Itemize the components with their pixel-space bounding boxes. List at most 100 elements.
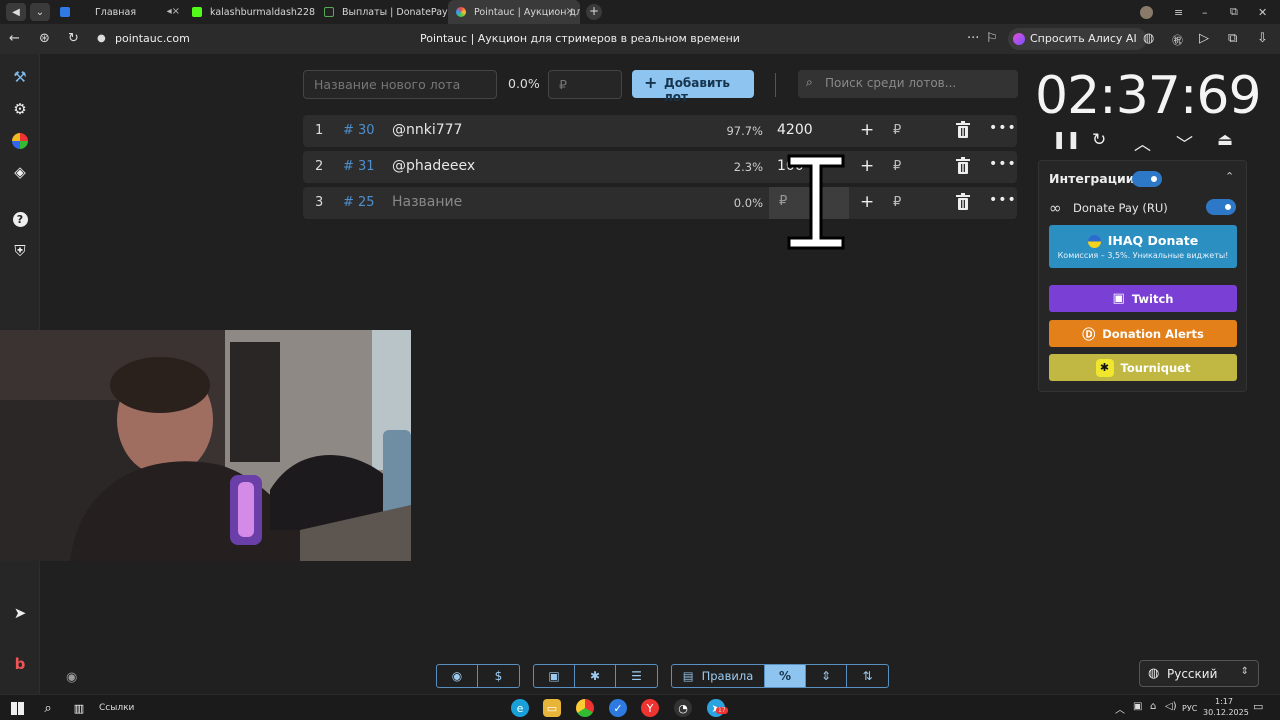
explorer-icon[interactable]: ▭ — [543, 699, 561, 717]
collections-icon[interactable]: ⧉ — [1228, 31, 1237, 46]
settings-gear-icon[interactable]: ⚙ — [10, 99, 30, 119]
tray-app-icon[interactable]: ▣ — [1133, 701, 1142, 712]
trash-icon[interactable] — [955, 121, 971, 139]
yandex-browser-icon[interactable]: Y — [641, 699, 659, 717]
github-icon[interactable]: ◉ — [437, 665, 478, 687]
eject-icon[interactable]: ⏏ — [1217, 130, 1233, 150]
clock-date[interactable]: 30.12.2025 — [1203, 708, 1249, 717]
network-icon[interactable]: ⌂ — [1150, 701, 1156, 712]
layers-icon[interactable]: ◈ — [10, 162, 30, 182]
save-icon[interactable]: ▣ — [534, 665, 575, 687]
restart-icon[interactable]: ↻ — [1092, 130, 1106, 150]
restore-icon[interactable]: ⧉ — [1230, 0, 1238, 24]
tray-chevron-icon[interactable]: ︿ — [1115, 701, 1125, 716]
help-icon[interactable]: ? — [10, 209, 30, 229]
tab-list-chevron-icon[interactable]: ⌄ — [30, 3, 50, 21]
pause-icon[interactable]: ❚❚ — [1052, 130, 1081, 150]
donatepay-toggle[interactable] — [1206, 199, 1236, 215]
tourniquet-button[interactable]: ✱ Tourniquet — [1049, 354, 1237, 381]
close-window-icon[interactable]: ✕ — [1258, 0, 1267, 24]
integrations-title: Интеграции — [1049, 171, 1135, 186]
page-title: Pointauc | Аукцион для стримеров в реаль… — [420, 32, 740, 45]
close-tab-icon[interactable]: × — [566, 6, 574, 17]
rules-button[interactable]: ▤ Правила — [672, 665, 765, 687]
downloads-icon[interactable]: ⇩ — [1257, 31, 1268, 46]
sort-icon[interactable]: ⇅ — [847, 665, 888, 687]
tab-pointauc[interactable]: Pointauc | Аукцион для × — [448, 0, 580, 24]
more-dots-icon[interactable]: ··· — [967, 31, 979, 46]
reload-icon[interactable]: ↻ — [68, 31, 79, 46]
keyboard-language[interactable]: РУС — [1182, 704, 1197, 713]
chrome-icon[interactable] — [576, 699, 594, 717]
auction-hammer-icon[interactable]: ⚒ — [10, 67, 30, 87]
clear-list-icon[interactable]: ☰ — [616, 665, 657, 687]
dollar-icon[interactable]: $ — [478, 665, 519, 687]
ruble-icon[interactable]: ₽ — [893, 159, 901, 174]
language-select[interactable]: ◍ Русский ⇕ — [1139, 660, 1259, 687]
mute-icon[interactable]: ◂× — [167, 6, 180, 17]
ihaq-donate-button[interactable]: IHAQ Donate Комиссия – 3,5%. Уникальные … — [1049, 225, 1237, 268]
search-placeholder: Поиск среди лотов... — [825, 76, 957, 90]
add-amount-plus-icon[interactable]: + — [860, 192, 874, 212]
site-info-icon[interactable]: ● — [97, 33, 106, 44]
shield-icon[interactable]: ⛨ — [10, 241, 30, 261]
links-toolbar-label[interactable]: Ссылки — [99, 703, 134, 713]
checkmark-app-icon[interactable]: ✓ — [609, 699, 627, 717]
add-amount-plus-icon[interactable]: + — [860, 120, 874, 140]
obs-icon[interactable]: ◔ — [674, 699, 692, 717]
compact-view-icon[interactable]: ⇕ — [806, 665, 847, 687]
volume-icon[interactable]: ◁) — [1165, 701, 1177, 712]
menu-icon[interactable]: ≡ — [1174, 0, 1183, 24]
back-arrow-icon[interactable]: ← — [9, 31, 20, 46]
boosty-icon[interactable]: b — [10, 654, 30, 674]
media-icon[interactable]: ▷ — [1199, 31, 1209, 46]
integrations-toggle[interactable] — [1132, 171, 1162, 187]
url-text[interactable]: pointauc.com — [115, 32, 190, 45]
profile-avatar-icon[interactable] — [1140, 0, 1153, 24]
windows-start-icon[interactable] — [8, 699, 26, 717]
minimize-icon[interactable]: – — [1202, 0, 1208, 24]
translate-icon[interactable]: ㊗ — [1172, 32, 1183, 48]
trash-icon[interactable] — [955, 193, 971, 211]
more-options-icon[interactable]: ••• — [989, 156, 1017, 172]
chevron-up-icon[interactable]: ⌃ — [1225, 170, 1234, 183]
sound-tab-icon[interactable]: ◀ — [6, 3, 26, 21]
chevron-down-icon[interactable]: ﹀ — [1176, 130, 1193, 155]
new-tab-button[interactable]: + — [586, 4, 602, 20]
telegram-icon[interactable]: ➤ — [10, 603, 30, 623]
eye-icon[interactable]: ◉ — [66, 670, 77, 685]
globe-icon[interactable]: ◍ — [1143, 31, 1154, 46]
wheel-icon[interactable] — [10, 131, 30, 151]
task-view-icon[interactable]: ▥ — [70, 699, 88, 717]
toggle-knob — [1223, 202, 1233, 212]
lot-amount[interactable]: 4200 — [777, 122, 813, 138]
more-options-icon[interactable]: ••• — [989, 120, 1017, 136]
more-options-icon[interactable]: ••• — [989, 192, 1017, 208]
edge-icon[interactable]: e — [511, 699, 529, 717]
clock-time[interactable]: 1:17 — [1215, 697, 1233, 706]
donation-alerts-button[interactable]: Ⓓ Donation Alerts — [1049, 320, 1237, 347]
tab-kalash[interactable]: kalashburmaldash228 Str — [184, 0, 316, 24]
ruble-icon[interactable]: ₽ — [893, 123, 901, 138]
new-lot-amount-input[interactable]: ₽ — [548, 70, 622, 99]
yandex-protect-icon[interactable]: ⊛ — [39, 31, 50, 46]
add-amount-plus-icon[interactable]: + — [860, 156, 874, 176]
ruble-icon[interactable]: ₽ — [893, 195, 901, 210]
tab-home[interactable]: Главная ◂× — [52, 0, 184, 24]
lot-name[interactable]: @phadeeex — [392, 158, 475, 174]
bookmark-icon[interactable]: ⚐ — [986, 31, 998, 46]
lot-name-input[interactable]: Название — [392, 194, 462, 210]
new-lot-name-input[interactable]: Название нового лота — [303, 70, 497, 99]
percent-toggle-button[interactable]: % — [765, 665, 806, 687]
twitch-button[interactable]: ▣ Twitch — [1049, 285, 1237, 312]
notifications-icon[interactable]: ▭ — [1253, 700, 1263, 713]
lot-search-input[interactable]: ⌕ Поиск среди лотов... — [798, 70, 1018, 98]
ask-alice-button[interactable]: Спросить Алису AI — [1008, 28, 1147, 50]
add-lot-button[interactable]: + Добавить лот — [632, 70, 754, 104]
search-icon[interactable]: ⌕ — [39, 699, 57, 717]
trash-icon[interactable] — [955, 157, 971, 175]
tab-donatepay[interactable]: Выплаты | DonatePay — [316, 0, 448, 24]
lot-name[interactable]: @nnki777 — [392, 122, 462, 138]
bug-icon[interactable]: ✱ — [575, 665, 616, 687]
chevron-up-icon[interactable]: ︿ — [1134, 130, 1151, 155]
